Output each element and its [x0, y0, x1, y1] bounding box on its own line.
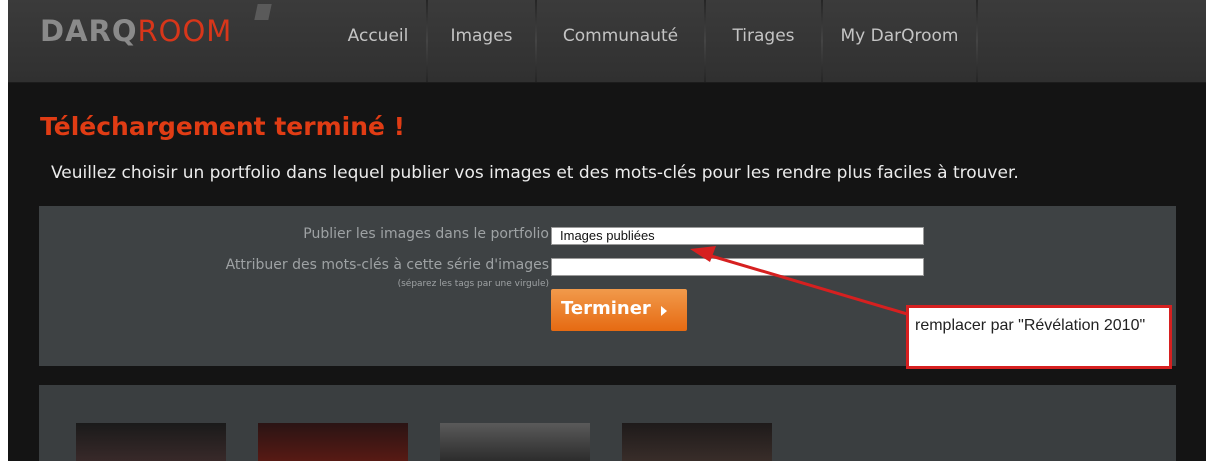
annotation-arrow	[690, 246, 915, 318]
annotation-callout: remplacer par "Révélation 2010"	[906, 305, 1172, 369]
